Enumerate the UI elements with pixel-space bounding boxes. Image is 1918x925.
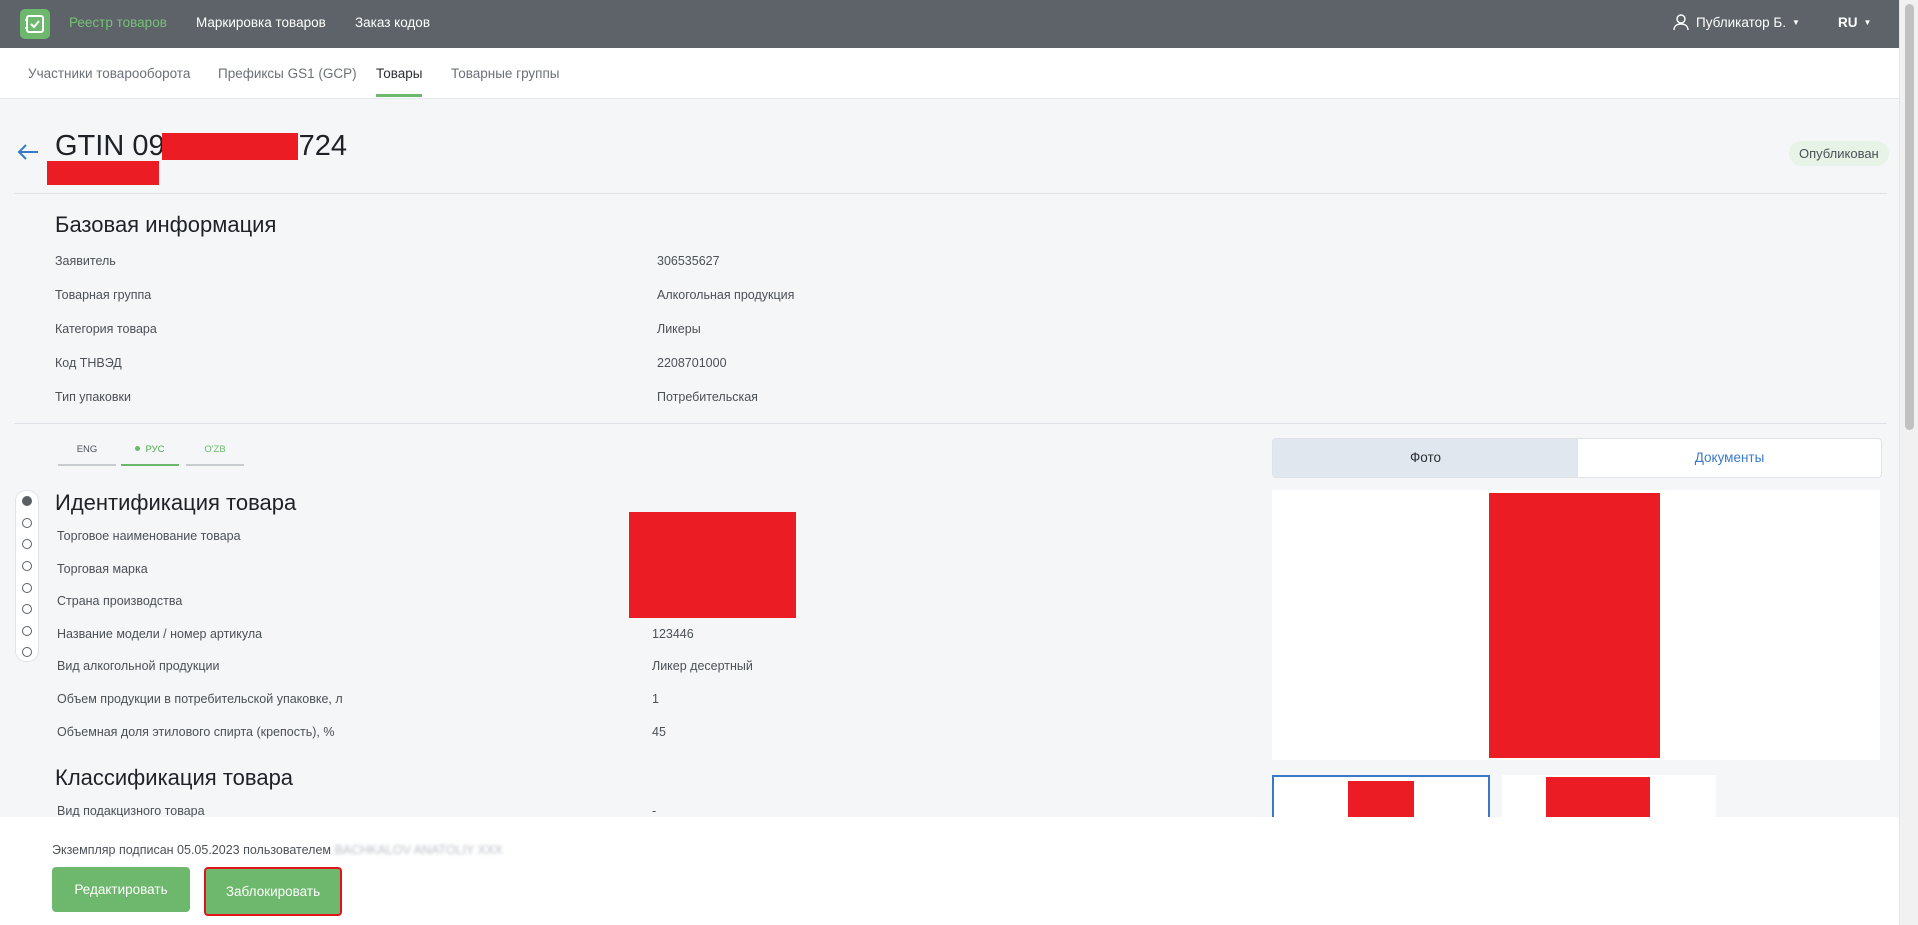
redaction-block: [47, 161, 159, 185]
field-label: Тип упаковки: [55, 390, 131, 404]
field-label: Товарная группа: [55, 288, 152, 302]
tab-participants[interactable]: Участники товарооборота: [28, 66, 190, 81]
field-label: Объемная доля этилового спирта (крепость…: [57, 725, 335, 739]
stepper-dot[interactable]: [22, 604, 32, 614]
field-label: Торговая марка: [57, 562, 148, 576]
page-scrollbar[interactable]: [1899, 0, 1918, 925]
field-label: Название модели / номер артикула: [57, 627, 263, 641]
redaction-block: [1489, 493, 1660, 758]
block-button[interactable]: Заблокировать: [204, 867, 342, 916]
stepper-dot[interactable]: [22, 539, 32, 549]
back-arrow-icon[interactable]: [16, 140, 40, 164]
tab-gs1-prefixes[interactable]: Префиксы GS1 (GCP): [218, 66, 357, 81]
sub-navigation: Участники товарооборота Префиксы GS1 (GC…: [0, 48, 1900, 99]
lang-tab-eng[interactable]: ENG: [58, 444, 116, 466]
chevron-down-icon: ▼: [1863, 18, 1872, 27]
field-label: Объем продукции в потребительской упаков…: [57, 692, 343, 706]
stepper-dot[interactable]: [22, 561, 32, 571]
nav-product-marking[interactable]: Маркировка товаров: [196, 15, 326, 30]
field-label: Код ТНВЭД: [55, 356, 122, 370]
section-title-identification: Идентификация товара: [55, 490, 297, 515]
lang-tab-rus-label: РУС: [145, 444, 165, 455]
field-value: 1: [652, 692, 659, 706]
field-label: Торговое наименование товара: [57, 529, 241, 543]
tab-photo[interactable]: Фото: [1273, 439, 1578, 477]
logo-icon[interactable]: [20, 9, 50, 39]
chevron-down-icon: ▼: [1791, 18, 1800, 27]
stepper-dot[interactable]: [22, 496, 32, 506]
field-label: Вид алкогольной продукции: [57, 659, 220, 673]
field-value: Алкогольная продукция: [657, 288, 795, 302]
field-value: 45: [652, 725, 666, 739]
status-badge: Опубликован: [1789, 141, 1889, 166]
field-label: Категория товара: [55, 322, 157, 336]
stepper-dot[interactable]: [22, 518, 32, 528]
field-label: Вид подакцизного товара: [57, 804, 205, 818]
active-dot-icon: [135, 446, 141, 451]
lang-tab-rus[interactable]: РУС: [121, 444, 179, 466]
language-label: RU: [1838, 15, 1858, 30]
nav-code-order[interactable]: Заказ кодов: [355, 15, 430, 30]
action-footer: Экземпляр подписан 05.05.2023 пользовате…: [0, 817, 1900, 925]
media-tabs: Фото Документы: [1272, 438, 1882, 478]
section-title-classification: Классификация товара: [55, 765, 294, 790]
gtin-suffix: 724: [298, 130, 347, 162]
field-value: 306535627: [657, 254, 720, 268]
language-selector[interactable]: RU ▼: [1838, 15, 1871, 30]
section-stepper: [15, 490, 39, 662]
user-icon: [1673, 14, 1689, 31]
tab-products[interactable]: Товары: [376, 66, 423, 97]
nav-product-registry[interactable]: Реестр товаров: [69, 15, 167, 30]
signature-info: Экземпляр подписан 05.05.2023 пользовате…: [52, 843, 503, 857]
field-label: Заявитель: [55, 254, 116, 268]
stepper-dot[interactable]: [22, 647, 32, 657]
field-value: -: [652, 804, 657, 818]
product-photo: [1272, 490, 1880, 760]
gtin-prefix: GTIN 09: [55, 130, 165, 162]
divider: [14, 193, 1887, 194]
field-value: Ликеры: [657, 322, 701, 336]
scrollbar-thumb[interactable]: [1905, 4, 1914, 430]
stepper-dot[interactable]: [22, 583, 32, 593]
user-name: Публикатор Б.: [1696, 15, 1786, 30]
divider: [14, 423, 1887, 424]
field-value: 123446: [652, 627, 694, 641]
edit-button[interactable]: Редактировать: [52, 867, 190, 912]
redaction-block: [629, 512, 796, 618]
tab-product-groups[interactable]: Товарные группы: [451, 66, 560, 81]
field-value: 2208701000: [657, 356, 727, 370]
tab-documents[interactable]: Документы: [1578, 439, 1881, 477]
signature-user: BACHKALOV ANATOLIY XXX: [334, 843, 503, 857]
section-title-basic: Базовая информация: [55, 212, 277, 237]
redaction-block: [162, 133, 298, 160]
field-value: Потребительская: [657, 390, 758, 404]
field-label: Страна производства: [57, 594, 183, 608]
field-value: Ликер десертный: [652, 659, 753, 673]
stepper-dot[interactable]: [22, 626, 32, 636]
top-bar: Реестр товаров Маркировка товаров Заказ …: [0, 0, 1900, 48]
user-menu[interactable]: Публикатор Б. ▼: [1672, 13, 1800, 31]
signature-text: Экземпляр подписан 05.05.2023 пользовате…: [52, 843, 332, 857]
lang-tab-uzb[interactable]: O'ZB: [186, 444, 244, 466]
